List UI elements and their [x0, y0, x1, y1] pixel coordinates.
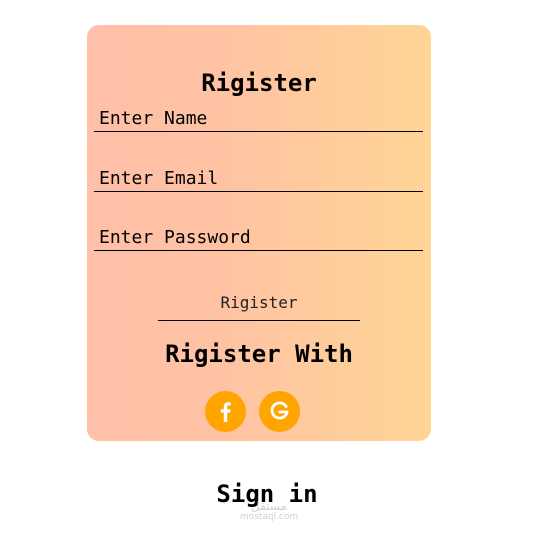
- register-card: Rigister Rigister Rigister With: [87, 25, 431, 441]
- watermark-text: مستقل: [251, 499, 287, 513]
- register-title: Rigister: [201, 69, 317, 97]
- google-button[interactable]: [259, 391, 300, 432]
- watermark-logo: مستقل mostaql.com: [229, 500, 309, 522]
- email-input[interactable]: [94, 167, 423, 192]
- facebook-button[interactable]: [205, 391, 246, 432]
- google-icon: [270, 401, 289, 420]
- name-input[interactable]: [94, 107, 423, 132]
- register-button[interactable]: Rigister: [158, 288, 360, 321]
- watermark-url: mostaql.com: [239, 512, 299, 522]
- register-with-heading: Rigister With: [165, 340, 353, 368]
- facebook-icon: [220, 402, 231, 422]
- password-input[interactable]: [94, 226, 423, 251]
